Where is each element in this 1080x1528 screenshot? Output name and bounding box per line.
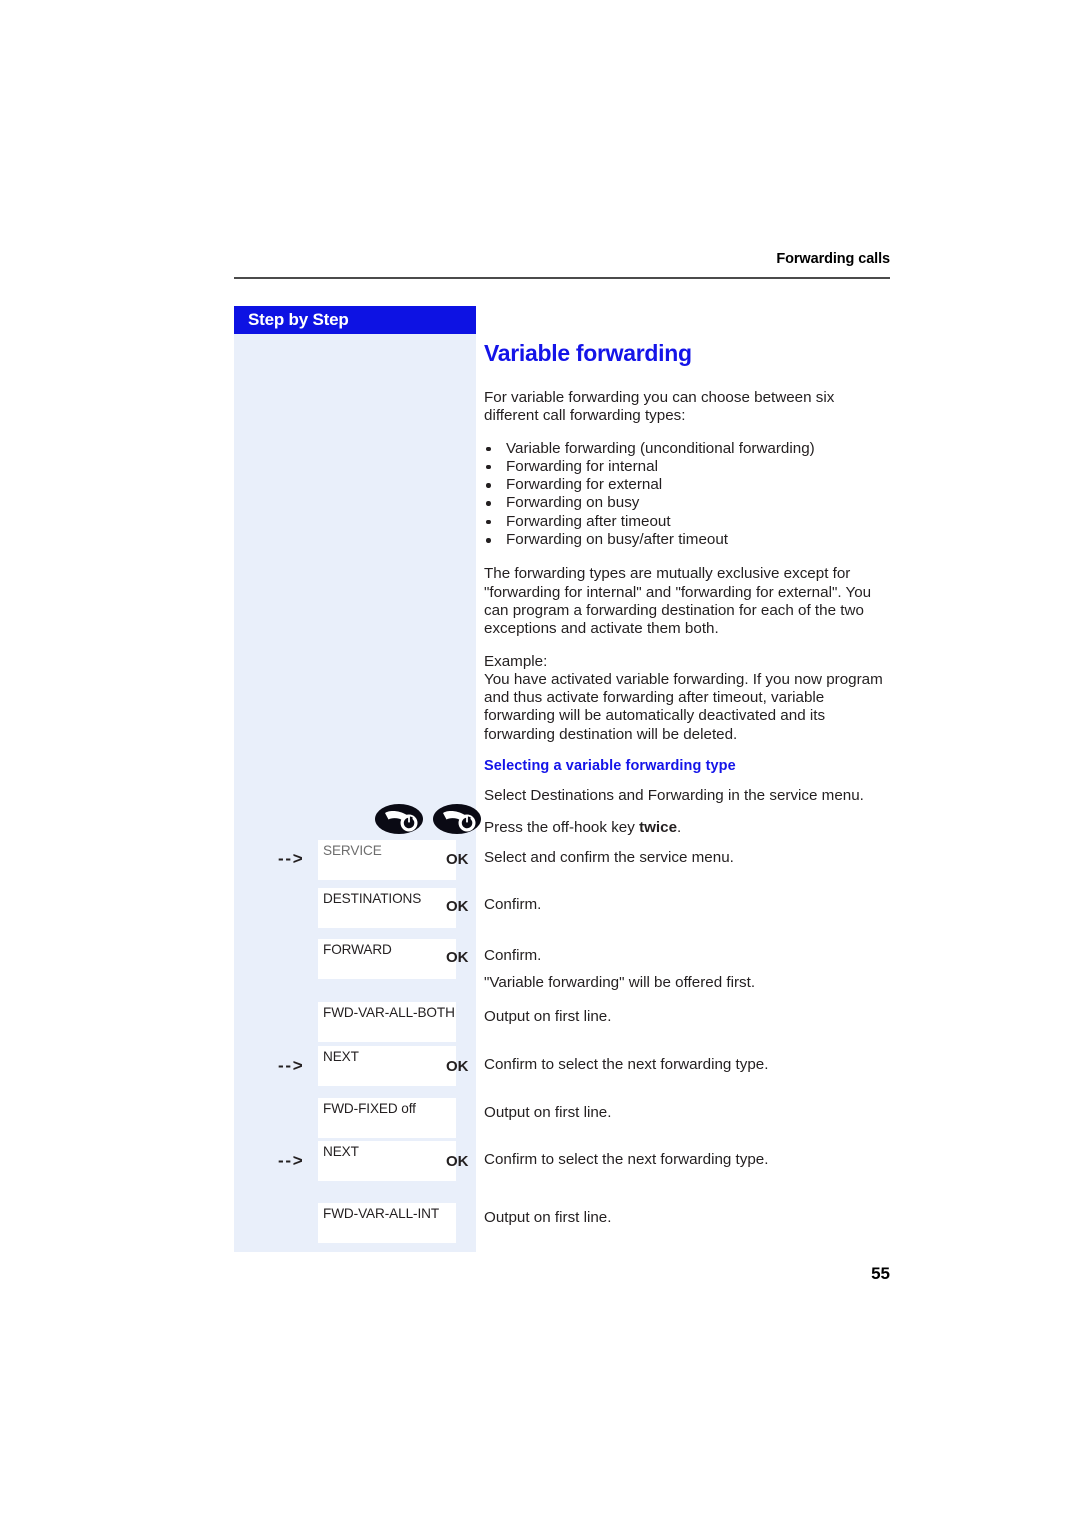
list-item: Forwarding after timeout — [484, 513, 890, 531]
offhook-instruction-suffix: . — [677, 819, 682, 837]
ok-button[interactable]: OK — [446, 898, 468, 915]
list-item-label: Forwarding on busy/after timeout — [506, 531, 729, 549]
bullet-dot-icon — [486, 446, 491, 452]
phone-display-text: FWD-VAR-ALL-BOTH — [323, 1005, 455, 1020]
running-header: Forwarding calls — [234, 250, 890, 268]
step-note: "Variable forwarding" will be offered fi… — [484, 974, 756, 991]
offhook-key-icon-pair — [375, 802, 485, 836]
list-item: Forwarding for internal — [484, 458, 890, 476]
ok-button[interactable]: OK — [446, 949, 468, 966]
step-description: Select and confirm the service menu. — [484, 849, 734, 866]
header-divider-rule — [234, 277, 890, 279]
list-item: Forwarding for external — [484, 476, 890, 494]
list-item: Forwarding on busy/after timeout — [484, 531, 890, 549]
main-content-column: Variable forwarding For variable forward… — [484, 340, 890, 852]
phone-display-text: NEXT — [323, 1049, 359, 1064]
phone-display-box[interactable]: NEXT — [318, 1046, 456, 1086]
phone-display-box[interactable]: SERVICE — [318, 840, 456, 880]
page-number: 55 — [871, 1264, 890, 1283]
list-item-label: Variable forwarding (unconditional forwa… — [506, 439, 815, 457]
phone-display-text: DESTINATIONS — [323, 891, 422, 906]
step-description: Output on first line. — [484, 1104, 612, 1121]
list-item-label: Forwarding on busy — [506, 494, 640, 512]
page-title: Variable forwarding — [484, 340, 692, 366]
exclusivity-paragraph: The forwarding types are mutually exclus… — [484, 565, 872, 638]
subsection-title: Selecting a variable forwarding type — [484, 758, 736, 775]
bullet-dot-icon — [486, 464, 491, 470]
offhook-instruction-prefix: Press the off-hook key — [484, 819, 640, 837]
list-item: Forwarding on busy — [484, 494, 890, 512]
offhook-key-icon-group — [375, 804, 481, 834]
example-paragraph: You have activated variable forwarding. … — [484, 670, 883, 743]
phone-display-text: FWD-VAR-ALL-INT — [323, 1206, 440, 1221]
example-label: Example: — [484, 652, 548, 670]
phone-display-box[interactable]: FWD-VAR-ALL-BOTH — [318, 1002, 456, 1042]
step-description: Confirm to select the next forwarding ty… — [484, 1151, 769, 1168]
bullet-dot-icon — [486, 501, 491, 506]
forwarding-types-list: Variable forwarding (unconditional forwa… — [484, 440, 890, 550]
step-description: Confirm. — [484, 896, 542, 913]
bullet-dot-icon — [486, 483, 491, 488]
phone-display-box[interactable]: NEXT — [318, 1141, 456, 1181]
list-item-label: Forwarding for external — [506, 476, 663, 494]
phone-display-box[interactable]: FWD-VAR-ALL-INT — [318, 1203, 456, 1243]
offhook-instruction-emphasis: twice — [639, 819, 678, 837]
phone-display-box[interactable]: DESTINATIONS — [318, 888, 456, 928]
running-header-title: Forwarding calls — [776, 251, 890, 267]
list-item: Variable forwarding (unconditional forwa… — [484, 440, 890, 458]
bullet-dot-icon — [486, 538, 491, 543]
subsection-intro-paragraph: Select Destinations and Forwarding in th… — [484, 787, 864, 805]
list-item-label: Forwarding for internal — [506, 457, 658, 475]
offhook-key-icon — [375, 804, 423, 834]
bullet-dot-icon — [486, 519, 491, 525]
ok-button[interactable]: OK — [446, 1058, 468, 1075]
ok-button[interactable]: OK — [446, 851, 468, 868]
phone-display-text: FWD-FIXED off — [323, 1101, 416, 1116]
phone-display-text: FORWARD — [323, 942, 392, 957]
intro-paragraph: For variable forwarding you can choose b… — [484, 389, 835, 425]
step-by-step-banner-label: Step by Step — [248, 310, 349, 329]
step-description: Output on first line. — [484, 1209, 612, 1226]
manual-page: Forwarding calls Step by Step Variable f… — [0, 0, 1080, 1528]
step-description: Confirm to select the next forwarding ty… — [484, 1056, 769, 1073]
step-description: Output on first line. — [484, 1008, 612, 1025]
offhook-instruction: Press the off-hook key twice. — [484, 819, 890, 837]
list-item-label: Forwarding after timeout — [506, 512, 671, 530]
phone-display-text: SERVICE — [323, 843, 382, 858]
phone-display-box[interactable]: FWD-FIXED off — [318, 1098, 456, 1138]
phone-display-text: NEXT — [323, 1144, 359, 1159]
phone-display-box[interactable]: FORWARD — [318, 939, 456, 979]
offhook-key-icon — [433, 804, 481, 834]
ok-button[interactable]: OK — [446, 1153, 468, 1170]
step-by-step-banner: Step by Step — [234, 306, 476, 334]
step-description: Confirm. — [484, 947, 542, 964]
